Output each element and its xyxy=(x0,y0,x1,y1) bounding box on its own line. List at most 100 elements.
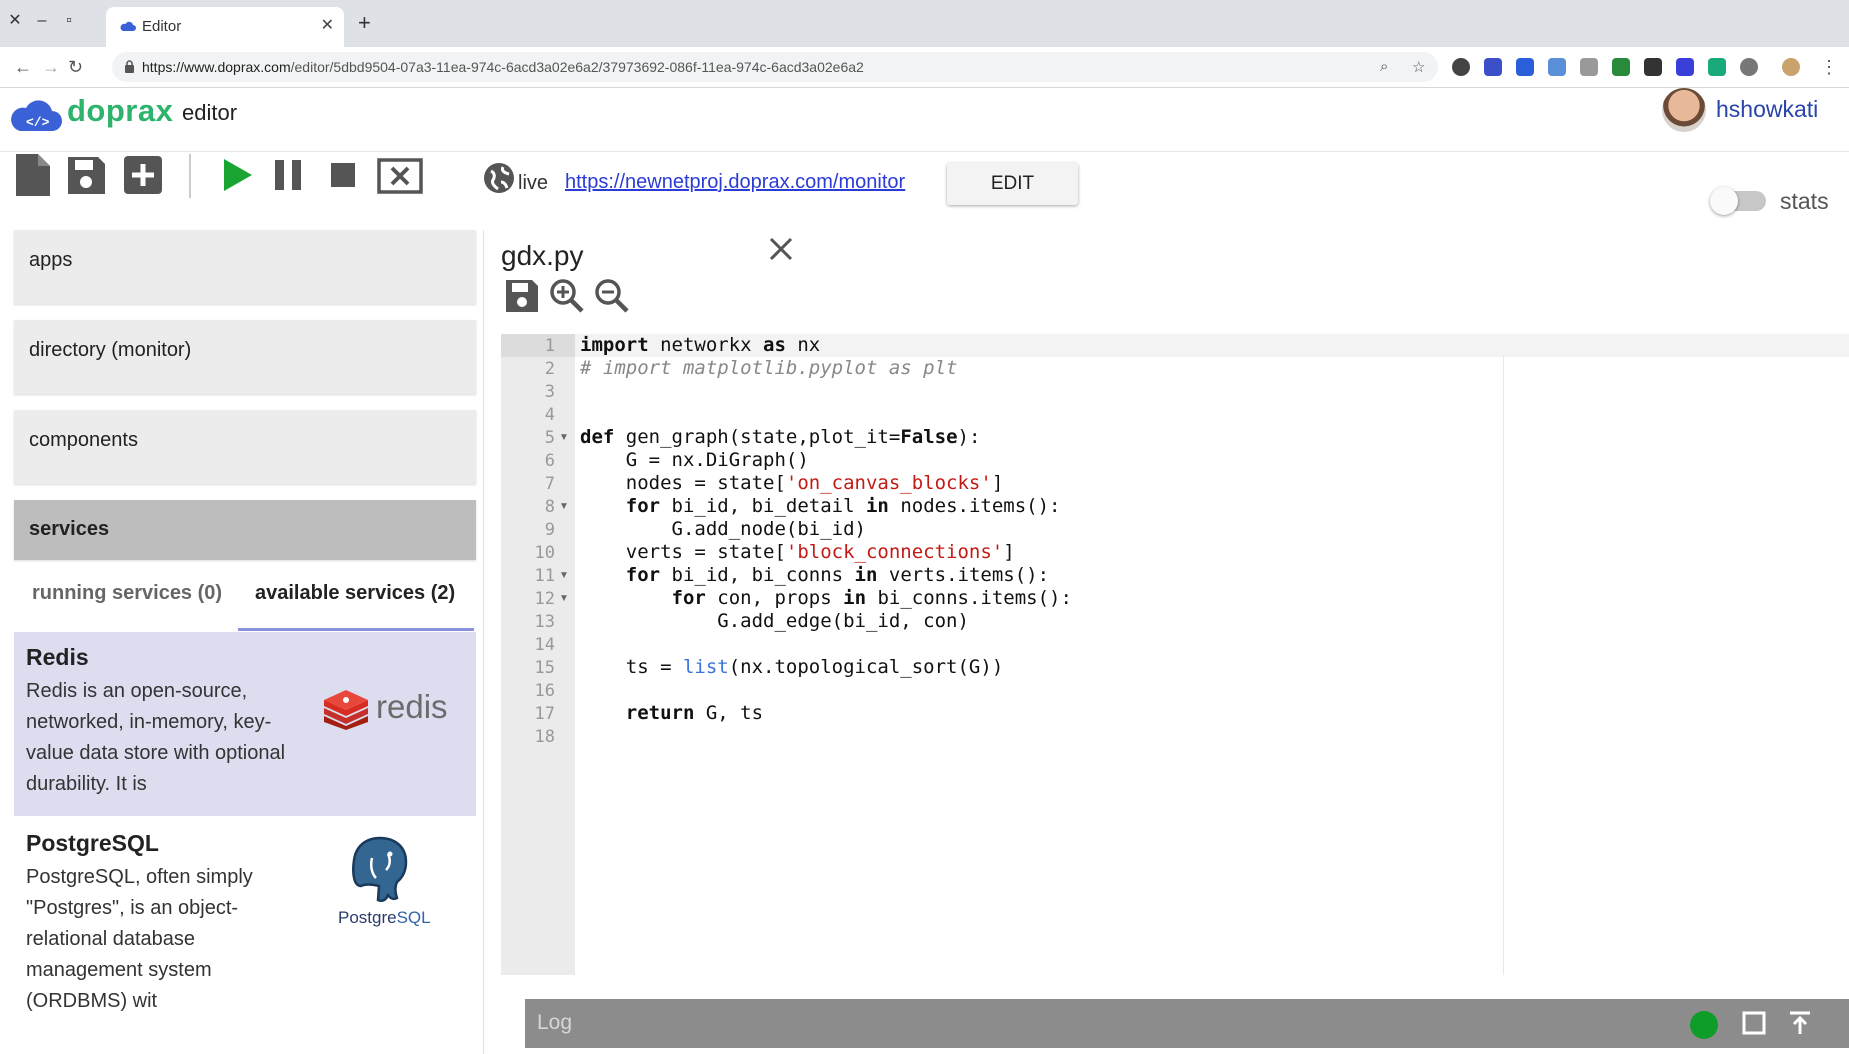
log-bar[interactable]: Log xyxy=(525,999,1849,1048)
doprax-favicon-icon xyxy=(120,21,136,31)
code-line: return G, ts xyxy=(580,702,764,724)
fold-arrow-icon[interactable]: ▼ xyxy=(559,593,569,604)
line-number: 5 xyxy=(544,428,555,448)
stats-label: stats xyxy=(1780,188,1829,214)
line-number: 18 xyxy=(534,727,555,747)
zoom-in-icon[interactable] xyxy=(549,278,585,314)
fold-arrow-icon[interactable]: ▼ xyxy=(559,501,569,512)
url-text: https://www.doprax.com/editor/5dbd9504-0… xyxy=(142,59,864,75)
code-editor[interactable]: 1 2 3 4 5 6 7 8 9 10 11 12 13 14 15 16 1… xyxy=(501,334,1849,975)
extension-icon[interactable] xyxy=(1708,58,1726,76)
expand-up-icon[interactable] xyxy=(1787,1010,1813,1036)
window-minimize-icon[interactable]: – xyxy=(31,10,53,32)
stats-toggle-knob xyxy=(1710,187,1738,215)
save-icon[interactable] xyxy=(65,154,107,196)
url-field[interactable]: https://www.doprax.com/editor/5dbd9504-0… xyxy=(112,52,1438,82)
window-maximize-icon[interactable]: ▫ xyxy=(58,10,80,32)
extension-icon[interactable] xyxy=(1484,58,1502,76)
window-close-icon[interactable]: ✕ xyxy=(4,10,26,32)
editor-filename: gdx.py xyxy=(501,240,584,271)
new-tab-icon[interactable]: + xyxy=(358,10,371,36)
extension-icon[interactable] xyxy=(1740,58,1758,76)
code-line: def gen_graph(state,plot_it=False): xyxy=(580,426,981,448)
section-label: directory (monitor) xyxy=(29,339,192,361)
extension-icon[interactable] xyxy=(1612,58,1630,76)
section-components[interactable]: components xyxy=(14,410,476,484)
extension-icon[interactable] xyxy=(1676,58,1694,76)
pause-icon[interactable] xyxy=(267,154,309,196)
live-label: live xyxy=(518,172,549,194)
line-number: 3 xyxy=(544,382,555,402)
section-label: components xyxy=(29,429,138,451)
section-directory[interactable]: directory (monitor) xyxy=(14,320,476,394)
close-project-icon[interactable] xyxy=(377,154,423,196)
toolbar-divider xyxy=(189,154,191,198)
code-line: import networkx as nx xyxy=(580,334,821,356)
back-icon[interactable]: ← xyxy=(14,57,32,78)
line-number: 16 xyxy=(534,681,555,701)
postgresql-logo-text: PostgreSQL xyxy=(338,908,431,927)
code-line: for con, props in bi_conns.items(): xyxy=(580,587,1072,609)
code-line: G = nx.DiGraph() xyxy=(580,449,809,471)
lock-icon xyxy=(125,60,134,73)
extension-icon[interactable] xyxy=(1516,58,1534,76)
line-number: 10 xyxy=(534,543,555,563)
tab-title: Editor xyxy=(142,18,182,35)
browser-tab[interactable]: Editor ✕ xyxy=(106,7,344,47)
tab-available-services[interactable]: available services (2) xyxy=(255,582,455,605)
code-line: # import matplotlib.pyplot as plt xyxy=(580,357,958,379)
service-card-postgresql[interactable]: PostgreSQL PostgreSQL, often simply "Pos… xyxy=(14,816,476,1054)
edit-button[interactable]: EDIT xyxy=(947,163,1078,205)
app-header: </> doprax editor hshowkati xyxy=(0,88,1849,152)
play-icon[interactable] xyxy=(215,154,257,196)
address-bar: ← → ↻ https://www.doprax.com/editor/5dbd… xyxy=(0,47,1849,88)
save-file-icon[interactable] xyxy=(504,278,540,314)
code-line: G.add_node(bi_id) xyxy=(580,518,866,540)
menu-kebab-icon[interactable]: ⋮ xyxy=(1820,57,1838,78)
add-icon[interactable] xyxy=(122,154,164,196)
tab-close-icon[interactable]: ✕ xyxy=(321,15,334,35)
section-services[interactable]: services xyxy=(14,500,476,560)
line-number: 4 xyxy=(544,405,555,425)
forward-icon[interactable]: → xyxy=(42,57,60,78)
avatar[interactable] xyxy=(1662,88,1706,132)
section-apps[interactable]: apps xyxy=(14,230,476,304)
extension-icon[interactable] xyxy=(1548,58,1566,76)
live-url-link[interactable]: https://newnetproj.doprax.com/monitor xyxy=(565,171,905,194)
fold-arrow-icon[interactable]: ▼ xyxy=(559,432,569,443)
maximize-log-icon[interactable] xyxy=(1741,1010,1767,1036)
service-description: Redis is an open-source, networked, in-m… xyxy=(26,680,286,795)
tab-running-services[interactable]: running services (0) xyxy=(32,582,222,605)
globe-icon xyxy=(484,163,514,193)
extension-icon[interactable] xyxy=(1452,58,1470,76)
code-line: G.add_edge(bi_id, con) xyxy=(580,610,969,632)
service-name: Redis xyxy=(26,644,89,670)
extension-icon[interactable] xyxy=(1644,58,1662,76)
doprax-logo-icon: </> xyxy=(11,100,62,131)
new-file-icon[interactable] xyxy=(12,154,54,196)
active-tab-indicator xyxy=(238,628,474,631)
line-number: 6 xyxy=(544,451,555,471)
toolbar: live https://newnetproj.doprax.com/monit… xyxy=(0,152,1849,230)
zoom-icon[interactable]: ⌕ xyxy=(1380,58,1388,75)
username[interactable]: hshowkati xyxy=(1716,96,1818,123)
line-number: 2 xyxy=(544,359,555,379)
line-number: 13 xyxy=(534,612,555,632)
extension-icon[interactable] xyxy=(1580,58,1598,76)
code-line: ts = list(nx.topological_sort(G)) xyxy=(580,656,1004,678)
redis-logo-icon xyxy=(324,690,368,730)
line-number: 17 xyxy=(534,704,555,724)
bookmark-star-icon[interactable]: ☆ xyxy=(1412,58,1425,76)
brand-name: doprax xyxy=(67,93,174,128)
line-number: 12 xyxy=(534,589,555,609)
profile-avatar-icon[interactable] xyxy=(1782,58,1800,76)
service-card-redis[interactable]: Redis Redis is an open-source, networked… xyxy=(14,632,476,816)
fold-arrow-icon[interactable]: ▼ xyxy=(559,570,569,581)
stop-icon[interactable] xyxy=(322,154,364,196)
close-file-icon[interactable] xyxy=(768,236,794,262)
stats-toggle[interactable] xyxy=(1710,187,1766,215)
brand-subtitle: editor xyxy=(182,100,238,125)
reload-icon[interactable]: ↻ xyxy=(68,57,83,78)
zoom-out-icon[interactable] xyxy=(594,278,630,314)
redis-logo-text: redis xyxy=(376,688,448,725)
